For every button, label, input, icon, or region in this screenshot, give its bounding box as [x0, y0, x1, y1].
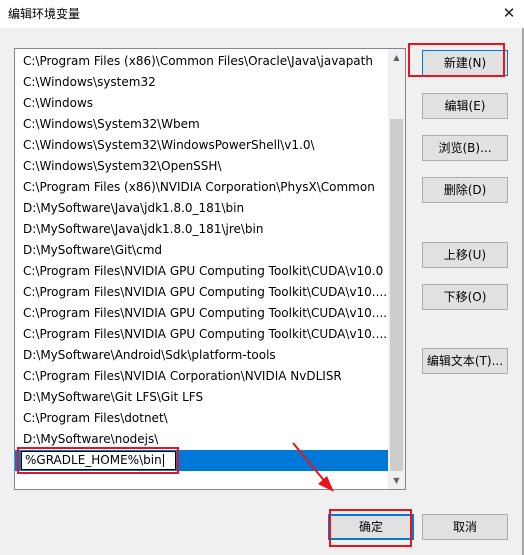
path-list-item[interactable]: C:\Windows\system32: [15, 72, 390, 93]
scroll-down-icon[interactable]: ▼: [388, 472, 405, 489]
path-list-item[interactable]: C:\Windows\System32\Wbem: [15, 114, 390, 135]
path-list-item[interactable]: C:\Program Files\NVIDIA GPU Computing To…: [15, 261, 390, 282]
path-list-item[interactable]: C:\Windows\System32\WindowsPowerShell\v1…: [15, 135, 390, 156]
path-edit-input[interactable]: %GRADLE_HOME%\bin: [21, 451, 176, 470]
delete-button[interactable]: 删除(D): [422, 177, 508, 203]
move-down-button[interactable]: 下移(O): [422, 284, 508, 310]
path-list-item[interactable]: D:\MySoftware\Git LFS\Git LFS: [15, 387, 390, 408]
cancel-button[interactable]: 取消: [422, 514, 508, 540]
path-list-item[interactable]: D:\MySoftware\Java\jdk1.8.0_181\bin: [15, 198, 390, 219]
path-list-item[interactable]: C:\Windows: [15, 93, 390, 114]
ok-button[interactable]: 确定: [328, 514, 414, 540]
path-list-item[interactable]: C:\Program Files (x86)\NVIDIA Corporatio…: [15, 177, 390, 198]
new-button[interactable]: 新建(N): [422, 50, 508, 76]
text-caret: [162, 454, 164, 467]
path-list-item[interactable]: C:\Program Files\dotnet\: [15, 408, 390, 429]
vertical-scrollbar[interactable]: ▲ ▼: [388, 49, 405, 489]
path-list-item[interactable]: C:\Program Files\NVIDIA GPU Computing To…: [15, 324, 390, 345]
path-list-item[interactable]: C:\Program Files (x86)\Common Files\Orac…: [15, 51, 390, 72]
path-list[interactable]: C:\Program Files (x86)\Common Files\Orac…: [14, 48, 406, 490]
scroll-up-icon[interactable]: ▲: [388, 49, 405, 66]
move-up-button[interactable]: 上移(U): [422, 242, 508, 268]
path-list-item[interactable]: C:\Program Files\NVIDIA Corporation\NVID…: [15, 366, 390, 387]
path-edit-text: %GRADLE_HOME%\bin: [25, 453, 162, 467]
title-bar: 编辑环境变量 ✕: [0, 0, 524, 28]
close-icon[interactable]: ✕: [494, 0, 524, 28]
path-list-item[interactable]: C:\Windows\System32\OpenSSH\: [15, 156, 390, 177]
edit-button[interactable]: 编辑(E): [422, 93, 508, 119]
path-list-rows: C:\Program Files (x86)\Common Files\Orac…: [15, 51, 390, 471]
edit-env-variable-dialog: 编辑环境变量 ✕ C:\Program Files (x86)\Common F…: [0, 0, 524, 555]
path-list-item[interactable]: C:\Program Files\NVIDIA GPU Computing To…: [15, 303, 390, 324]
window-title: 编辑环境变量: [8, 7, 81, 21]
path-list-item-editing[interactable]: %GRADLE_HOME%\bin: [15, 450, 390, 471]
edit-text-button[interactable]: 编辑文本(T)...: [422, 348, 508, 374]
path-list-item[interactable]: D:\MySoftware\nodejs\: [15, 429, 390, 450]
scrollbar-thumb[interactable]: [390, 119, 403, 471]
browse-button[interactable]: 浏览(B)...: [422, 135, 508, 161]
path-list-item[interactable]: D:\MySoftware\Java\jdk1.8.0_181\jre\bin: [15, 219, 390, 240]
path-list-item[interactable]: D:\MySoftware\Android\Sdk\platform-tools: [15, 345, 390, 366]
path-list-item[interactable]: D:\MySoftware\Git\cmd: [15, 240, 390, 261]
path-list-item[interactable]: C:\Program Files\NVIDIA GPU Computing To…: [15, 282, 390, 303]
